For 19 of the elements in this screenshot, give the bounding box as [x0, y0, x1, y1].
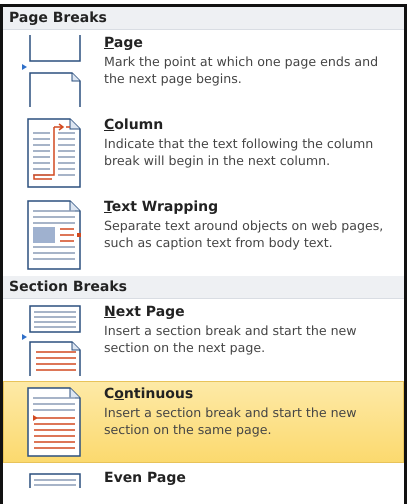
item-description: Insert a section break and start the new section on the next page. — [104, 322, 358, 356]
item-title: Page — [104, 35, 144, 51]
item-description: Indicate that the text following the column break will begin in the next column. — [104, 135, 374, 169]
item-description: Separate text around objects on web pages, such as caption text from body text. — [104, 217, 384, 251]
menu-item[interactable]: Page Mark the point at which one page ends and the next page begins. — [3, 30, 404, 112]
item-title: Next Page — [104, 304, 186, 320]
item-description: Insert a section break and start the new section on the same page. — [104, 404, 358, 438]
item-title: Text Wrapping — [104, 199, 220, 215]
menu-item[interactable]: Next Page Insert a section break and start the new section on the next page. — [3, 299, 404, 381]
item-title: Column — [104, 117, 164, 133]
menu-item[interactable]: Text Wrapping Separate text around objects on web pages, such as caption text from body text. — [3, 194, 404, 276]
section-heading: Section Breaks — [3, 276, 404, 299]
item-title: Continuous — [104, 386, 194, 402]
section-heading: Page Breaks — [3, 7, 404, 30]
item-title: Even Page — [104, 470, 186, 486]
menu-item[interactable]: Even Page — [3, 463, 404, 489]
menu-item[interactable]: Continuous Insert a section break and start the new section on the same page. — [3, 381, 404, 463]
menu-item[interactable]: Column Indicate that the text following the column break will begin in the next column. — [3, 112, 404, 194]
item-description: Mark the point at which one page ends and the next page begins. — [104, 53, 380, 87]
